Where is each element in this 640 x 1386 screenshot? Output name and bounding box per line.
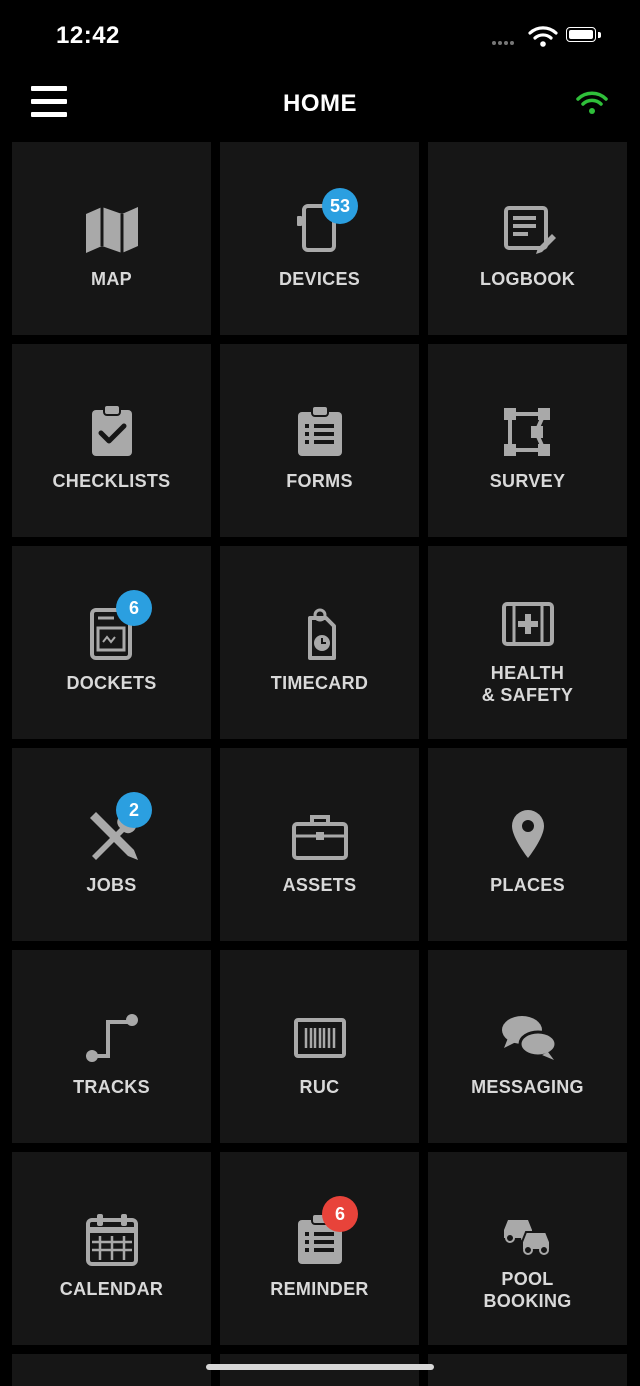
dockets-count-badge: 6 xyxy=(116,590,152,626)
tile-calendar[interactable]: CALENDAR xyxy=(12,1152,211,1345)
tile-label: MAP xyxy=(91,269,132,289)
tile-label-line: HEALTH xyxy=(490,663,565,683)
tile-label: FORMS xyxy=(286,471,353,491)
tile-label: SURVEY xyxy=(489,471,566,491)
calendar-icon xyxy=(82,1210,142,1270)
home-indicator[interactable] xyxy=(206,1364,434,1370)
jobs-count-badge: 2 xyxy=(116,792,152,828)
tile-devices[interactable]: 53 DEVICES xyxy=(220,142,419,335)
tile-forms[interactable]: FORMS xyxy=(220,344,419,537)
tile-label: JOBS xyxy=(86,875,137,895)
hamburger-menu-button[interactable] xyxy=(28,82,72,122)
reminder-count-badge: 6 xyxy=(322,1196,358,1232)
first-aid-icon xyxy=(498,594,558,654)
tile-label: MESSAGING xyxy=(471,1077,584,1097)
logbook-icon xyxy=(498,200,558,260)
tile-label: REMINDER xyxy=(270,1279,369,1299)
track-icon xyxy=(82,1008,142,1068)
tile-label: POOL BOOKING xyxy=(428,1268,627,1312)
map-pin-icon xyxy=(498,806,558,866)
tile-label: ASSETS xyxy=(282,875,357,895)
connection-status-icon xyxy=(572,86,612,118)
tile-partial[interactable] xyxy=(428,1354,627,1386)
tile-label: CHECKLISTS xyxy=(52,471,171,491)
tile-label: HEALTH & SAFETY xyxy=(428,662,627,706)
tile-reminder[interactable]: 6 REMINDER xyxy=(220,1152,419,1345)
tile-label: LOGBOOK xyxy=(479,269,576,289)
cellular-signal-icon xyxy=(492,32,522,45)
tile-label: TIMECARD xyxy=(270,673,369,693)
tile-map[interactable]: MAP xyxy=(12,142,211,335)
battery-icon xyxy=(566,27,602,44)
tile-label: TRACKS xyxy=(73,1077,150,1097)
tile-pool-booking[interactable]: POOL BOOKING xyxy=(428,1152,627,1345)
navigation-bar: HOME xyxy=(0,70,640,136)
survey-icon xyxy=(498,402,558,462)
tile-label: CALENDAR xyxy=(59,1279,164,1299)
tile-label: RUC xyxy=(299,1077,340,1097)
tile-label-line: BOOKING xyxy=(483,1291,572,1311)
tile-label: DEVICES xyxy=(278,269,361,289)
map-icon xyxy=(82,200,142,260)
barcode-icon xyxy=(290,1008,350,1068)
tile-label-line: & SAFETY xyxy=(481,685,574,705)
chat-icon xyxy=(498,1008,558,1068)
form-icon xyxy=(290,402,350,462)
briefcase-icon xyxy=(290,806,350,866)
clipboard-check-icon xyxy=(82,402,142,462)
tile-survey[interactable]: SURVEY xyxy=(428,344,627,537)
timecard-icon xyxy=(290,604,350,664)
tile-assets[interactable]: ASSETS xyxy=(220,748,419,941)
status-time: 12:42 xyxy=(56,22,120,49)
tile-ruc[interactable]: RUC xyxy=(220,950,419,1143)
tile-label: DOCKETS xyxy=(66,673,157,693)
tile-label: PLACES xyxy=(490,875,565,895)
tile-checklists[interactable]: CHECKLISTS xyxy=(12,344,211,537)
tile-places[interactable]: PLACES xyxy=(428,748,627,941)
tile-label-line: POOL xyxy=(501,1269,554,1289)
tile-messaging[interactable]: MESSAGING xyxy=(428,950,627,1143)
home-screen: 12:42 HOME MAP 53 DEVICES LOGBOOK CHECKL… xyxy=(0,0,640,1386)
tile-dockets[interactable]: 6 DOCKETS xyxy=(12,546,211,739)
tile-tracks[interactable]: TRACKS xyxy=(12,950,211,1143)
page-title: HOME xyxy=(283,90,357,117)
cars-icon xyxy=(498,1200,558,1260)
wifi-icon xyxy=(528,24,558,48)
devices-count-badge: 53 xyxy=(322,188,358,224)
tile-partial[interactable] xyxy=(12,1354,211,1386)
tile-logbook[interactable]: LOGBOOK xyxy=(428,142,627,335)
tile-health-safety[interactable]: HEALTH & SAFETY xyxy=(428,546,627,739)
status-bar: 12:42 xyxy=(0,0,640,70)
tile-jobs[interactable]: 2 JOBS xyxy=(12,748,211,941)
tile-partial[interactable] xyxy=(220,1354,419,1386)
tile-timecard[interactable]: TIMECARD xyxy=(220,546,419,739)
home-menu-grid: MAP 53 DEVICES LOGBOOK CHECKLISTS FORMS … xyxy=(12,142,628,1345)
